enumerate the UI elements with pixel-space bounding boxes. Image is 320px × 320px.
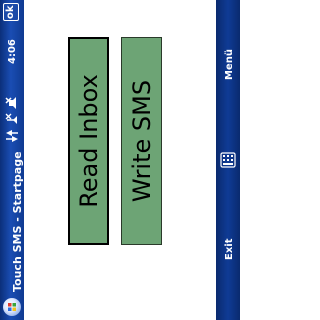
volume-off-icon [5,97,16,109]
ok-label: ok [5,5,16,19]
write-sms-button[interactable]: Write SMS [121,37,162,245]
app-title: Touch SMS - Startpage [11,151,24,292]
antenna-off-icon [5,113,17,124]
ok-button[interactable]: ok [3,3,19,21]
read-inbox-button[interactable]: Read Inbox [68,37,109,245]
keyboard-icon[interactable] [220,152,236,168]
start-button[interactable] [3,298,21,316]
screen: ok 4:06 Touch SMS - Startpage Read Inbox… [0,0,240,320]
clock[interactable]: 4:06 [7,39,18,64]
write-sms-label: Write SMS [127,79,156,203]
windows-logo-icon [8,303,16,311]
sync-icon [6,130,18,142]
status-icons[interactable] [3,96,21,146]
title-bar: ok 4:06 Touch SMS - Startpage [0,0,24,320]
menu-softkey[interactable]: Menü [224,49,235,80]
read-inbox-label: Read Inbox [74,74,103,208]
exit-softkey[interactable]: Exit [224,239,235,261]
